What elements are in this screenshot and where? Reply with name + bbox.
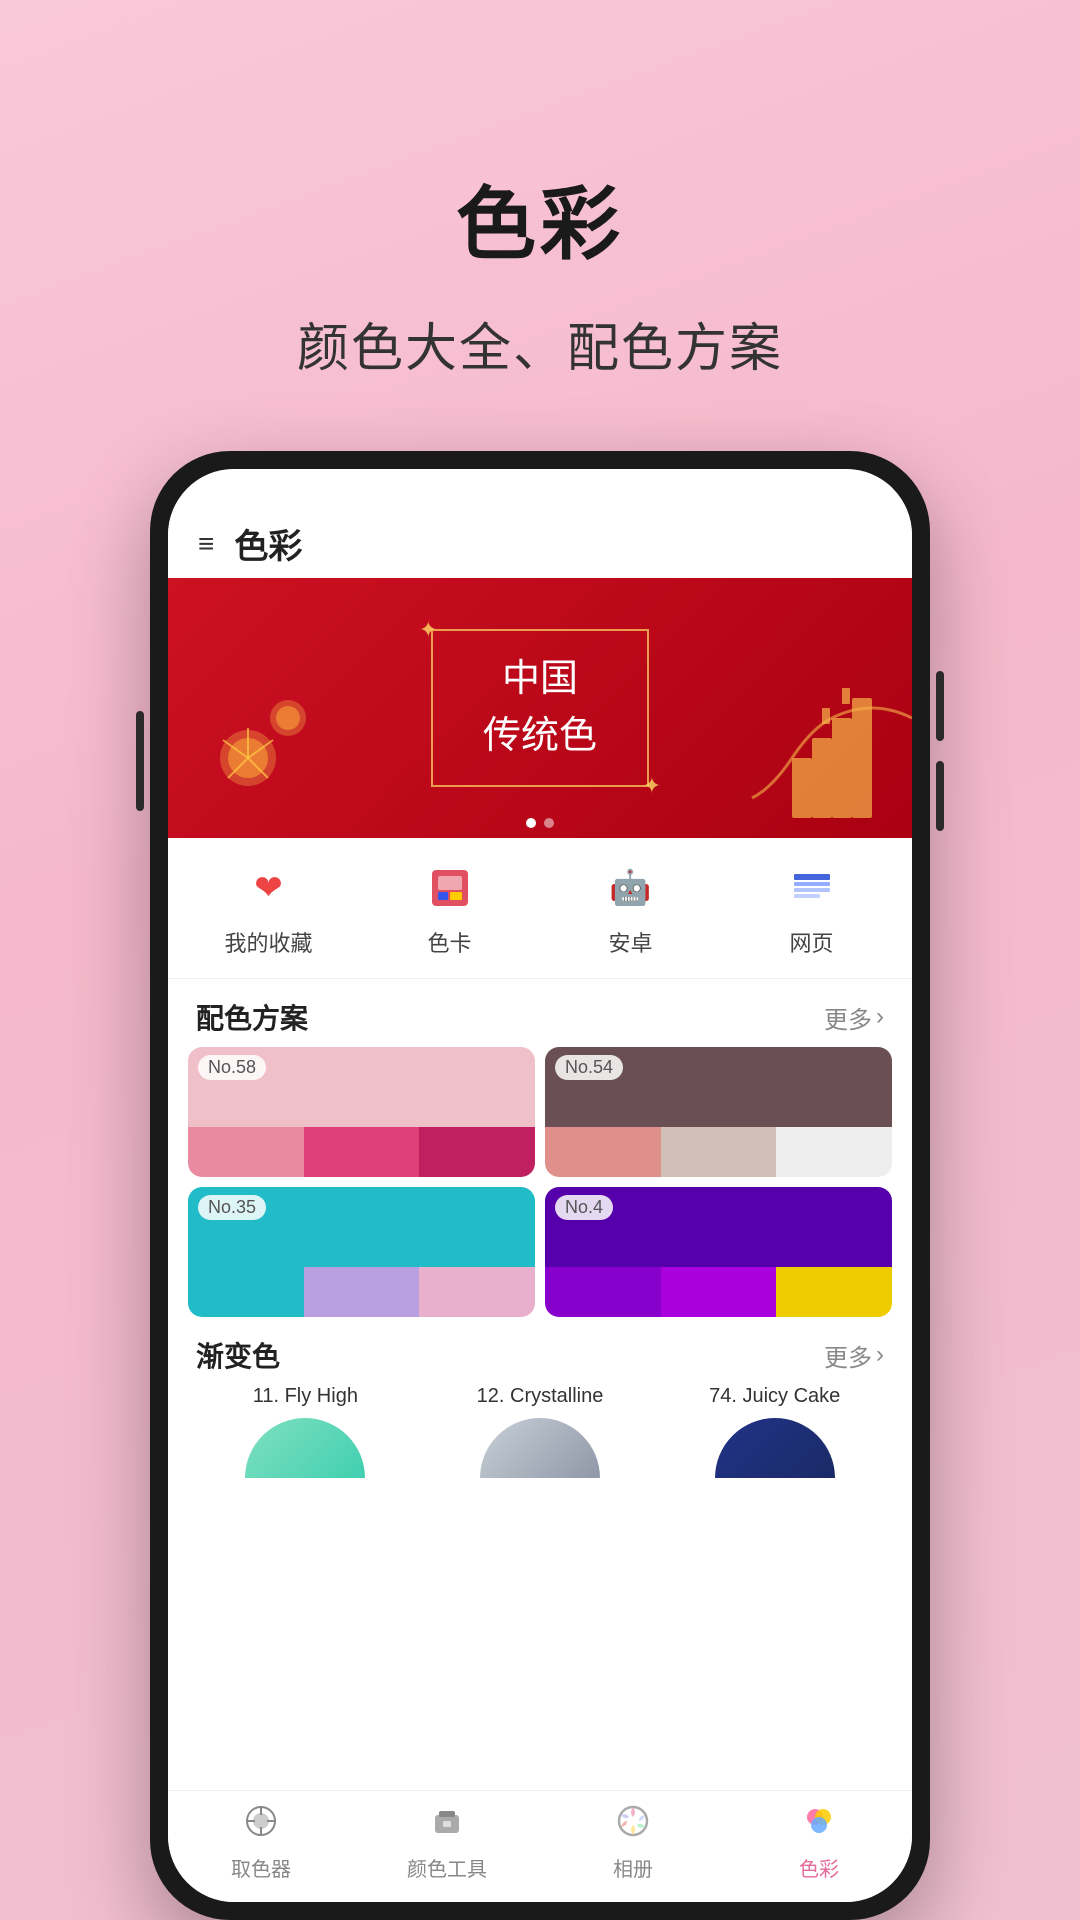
nav-item-android[interactable]: 🤖 安卓 xyxy=(540,858,721,958)
gradient-label-crystalline: 12. Crystalline xyxy=(477,1385,604,1408)
scheme-color-1 xyxy=(188,1127,304,1177)
scheme-color-9 xyxy=(419,1267,535,1317)
bottom-nav-tools[interactable]: 颜色工具 xyxy=(354,1803,540,1882)
scheme-label-no58: No.58 xyxy=(198,1055,266,1080)
scheme-bottom-no54 xyxy=(545,1127,892,1177)
volume-down-button xyxy=(936,761,944,831)
gradient-section-header: 渐变色 更多 › xyxy=(168,1317,912,1385)
web-icon xyxy=(782,858,842,918)
bottom-nav-label-color: 色彩 xyxy=(799,1853,839,1882)
color-card-icon xyxy=(420,858,480,918)
banner-dots xyxy=(526,818,554,828)
gradient-label-juicy-cake: 74. Juicy Cake xyxy=(709,1385,840,1408)
page-title-area: 色彩 颜色大全、配色方案 xyxy=(297,80,783,381)
header-title: 色彩 xyxy=(234,519,302,568)
album-icon xyxy=(615,1803,651,1847)
android-icon: 🤖 xyxy=(601,858,661,918)
app-header: ≡ 色彩 xyxy=(168,509,912,578)
gradient-circle-crystalline xyxy=(480,1418,600,1478)
bottom-nav-color[interactable]: 色彩 xyxy=(726,1803,912,1882)
nav-label-web: 网页 xyxy=(789,926,833,958)
nav-label-favorites: 我的收藏 xyxy=(224,926,312,958)
scheme-card-no54[interactable]: No.54 xyxy=(545,1047,892,1177)
scheme-color-12 xyxy=(776,1267,892,1317)
gradient-more[interactable]: 更多 › xyxy=(824,1338,884,1373)
volume-up-button xyxy=(936,671,944,741)
nav-label-color-card: 色卡 xyxy=(427,926,471,958)
bottom-nav-label-tools: 颜色工具 xyxy=(407,1853,487,1882)
gradient-item-crystalline[interactable]: 12. Crystalline xyxy=(423,1385,658,1478)
scheme-bottom-no58 xyxy=(188,1127,535,1177)
fireworks-decoration xyxy=(188,678,328,818)
phone-screen: ≡ 色彩 xyxy=(168,469,912,1902)
bottom-nav-album[interactable]: 相册 xyxy=(540,1803,726,1882)
color-picker-icon xyxy=(243,1803,279,1847)
gradient-item-juicy-cake[interactable]: 74. Juicy Cake xyxy=(657,1385,892,1478)
dot-1 xyxy=(526,818,536,828)
banner-title-line2: 传统色 xyxy=(483,708,597,765)
scheme-color-8 xyxy=(304,1267,420,1317)
banner-text-box: 中国 传统色 xyxy=(431,629,649,787)
bottom-nav: 取色器 颜色工具 xyxy=(168,1790,912,1902)
main-title: 色彩 xyxy=(297,160,783,276)
power-button xyxy=(136,711,144,811)
scheme-color-4 xyxy=(545,1127,661,1177)
bottom-nav-label-color-picker: 取色器 xyxy=(231,1853,291,1882)
dot-2 xyxy=(544,818,554,828)
scheme-grid: No.58 No.54 No.35 xyxy=(168,1047,912,1317)
heart-icon: ❤ xyxy=(239,858,299,918)
banner[interactable]: 中国 传统色 xyxy=(168,578,912,838)
scheme-color-3 xyxy=(419,1127,535,1177)
nav-item-web[interactable]: 网页 xyxy=(721,858,902,958)
scheme-color-10 xyxy=(545,1267,661,1317)
gradient-circle-fly-high xyxy=(245,1418,365,1478)
scheme-label-no4: No.4 xyxy=(555,1195,613,1220)
scheme-label-no35: No.35 xyxy=(198,1195,266,1220)
nav-item-color-card[interactable]: 色卡 xyxy=(359,858,540,958)
scheme-color-11 xyxy=(661,1267,777,1317)
phone-frame: ≡ 色彩 xyxy=(150,451,930,1920)
nav-icons-row: ❤ 我的收藏 色卡 🤖 安卓 xyxy=(168,838,912,979)
color-icon xyxy=(801,1803,837,1847)
scheme-color-2 xyxy=(304,1127,420,1177)
scheme-label-no54: No.54 xyxy=(555,1055,623,1080)
scheme-section-header: 配色方案 更多 › xyxy=(168,979,912,1047)
scheme-card-no4[interactable]: No.4 xyxy=(545,1187,892,1317)
menu-icon[interactable]: ≡ xyxy=(198,528,214,560)
gradient-circle-juicy-cake xyxy=(715,1418,835,1478)
gradient-section: 渐变色 更多 › 11. Fly High 12. Crystalline 74… xyxy=(168,1317,912,1478)
tools-icon xyxy=(429,1803,465,1847)
nav-item-favorites[interactable]: ❤ 我的收藏 xyxy=(178,858,359,958)
gradient-label-fly-high: 11. Fly High xyxy=(253,1385,358,1408)
gradient-grid: 11. Fly High 12. Crystalline 74. Juicy C… xyxy=(168,1385,912,1478)
scheme-card-no35[interactable]: No.35 xyxy=(188,1187,535,1317)
gradient-title: 渐变色 xyxy=(196,1335,280,1375)
scheme-color-6 xyxy=(776,1127,892,1177)
banner-title-line1: 中国 xyxy=(483,651,597,708)
scheme-bottom-no35 xyxy=(188,1267,535,1317)
scheme-more[interactable]: 更多 › xyxy=(824,1000,884,1035)
scheme-color-5 xyxy=(661,1127,777,1177)
great-wall-decoration xyxy=(672,638,912,838)
scheme-card-no58[interactable]: No.58 xyxy=(188,1047,535,1177)
bottom-nav-label-album: 相册 xyxy=(613,1853,653,1882)
scheme-title: 配色方案 xyxy=(196,997,308,1037)
gradient-item-fly-high[interactable]: 11. Fly High xyxy=(188,1385,423,1478)
scheme-color-7 xyxy=(188,1267,304,1317)
main-subtitle: 颜色大全、配色方案 xyxy=(297,306,783,381)
status-bar xyxy=(168,469,912,509)
nav-label-android: 安卓 xyxy=(608,926,652,958)
scheme-bottom-no4 xyxy=(545,1267,892,1317)
banner-inner: 中国 传统色 xyxy=(168,578,912,838)
bottom-nav-color-picker[interactable]: 取色器 xyxy=(168,1803,354,1882)
